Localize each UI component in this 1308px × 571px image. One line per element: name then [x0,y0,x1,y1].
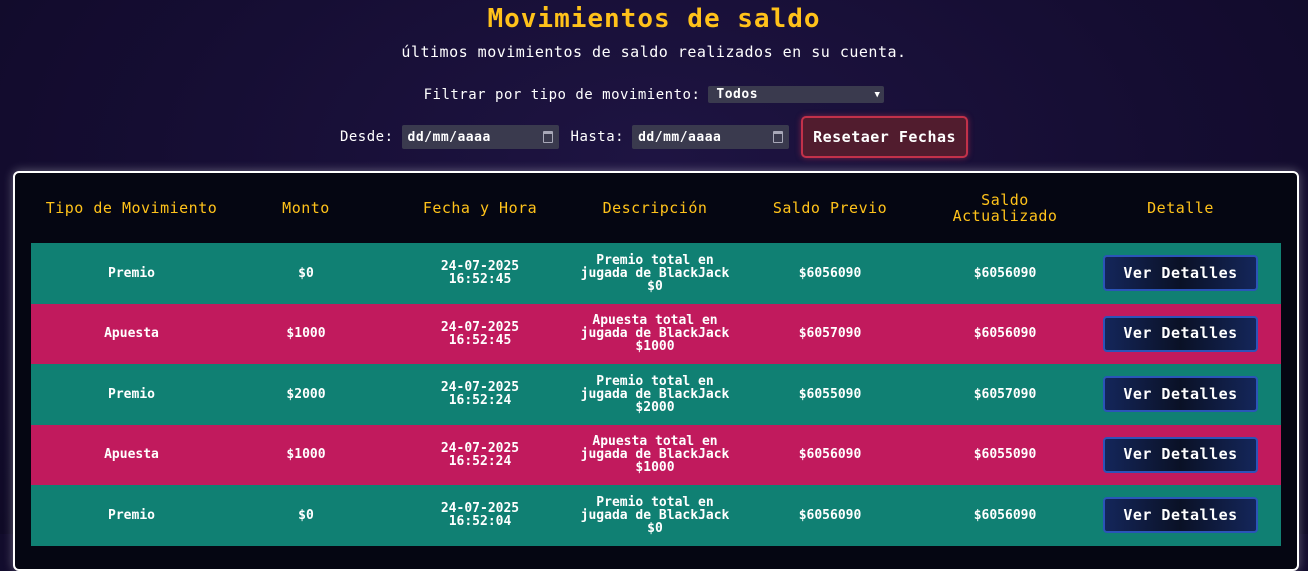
cell-saldo-actualizado: $6057090 [973,386,1037,402]
view-details-button[interactable]: Ver Detalles [1103,436,1258,473]
header-saldo-actualizado: Saldo Actualizado [952,191,1058,225]
cell-saldo-previo: $6056090 [798,265,862,281]
header-tipo: Tipo de Movimiento [45,199,218,217]
calendar-icon[interactable] [773,131,784,143]
table-header: Tipo de Movimiento Monto Fecha y Hora De… [31,173,1281,243]
cell-detalle: Ver Detalles [1080,243,1281,304]
view-details-button[interactable]: Ver Detalles [1103,315,1258,352]
cell-tipo: Premio [108,507,155,523]
cell-hora: 16:52:24 [448,453,512,469]
cell-detalle: Ver Detalles [1080,304,1281,365]
header-monto: Monto [282,199,330,217]
cell-monto: $0 [298,265,314,281]
cell-fecha-hora: 24-07-2025 16:52:24 [380,425,580,486]
cell-saldo-previo: $6056090 [798,447,862,463]
calendar-icon[interactable] [542,131,553,143]
cell-descripcion: Premio total en jugada de BlackJack $0 [580,494,730,536]
cell-hora: 16:52:24 [448,393,512,409]
date-filter-row: Desde: dd/mm/aaaa Hasta: dd/mm/aaaa Rese… [0,116,1308,158]
table-row: Apuesta $1000 24-07-2025 16:52:45 Apuesta… [31,303,1281,365]
movement-type-selected: Todos [716,87,759,102]
cell-hora: 16:52:45 [448,332,512,348]
cell-fecha-hora: 24-07-2025 16:52:04 [380,485,580,546]
cell-monto: $2000 [286,386,326,402]
view-details-button[interactable]: Ver Detalles [1103,376,1258,413]
movement-type-select[interactable]: Todos ▼ [708,86,885,103]
chevron-down-icon: ▼ [874,89,881,100]
cell-hora: 16:52:04 [448,514,512,530]
cell-saldo-actualizado: $6056090 [973,326,1037,342]
page-title: Movimientos de saldo [487,4,821,34]
cell-descripcion: Premio total en jugada de BlackJack $200… [580,373,730,415]
header-detalle: Detalle [1147,199,1214,217]
table-body: Premio $0 24-07-2025 16:52:45 Premio tota… [31,243,1281,546]
table-row: Apuesta $1000 24-07-2025 16:52:24 Apuesta… [31,424,1281,486]
header-saldo-previo: Saldo Previo [772,199,888,217]
movements-table: Tipo de Movimiento Monto Fecha y Hora De… [13,171,1299,571]
table-row: Premio $2000 24-07-2025 16:52:24 Premio t… [31,364,1281,425]
view-details-button[interactable]: Ver Detalles [1103,255,1258,292]
table-row: Premio $0 24-07-2025 16:52:04 Premio tota… [31,485,1281,546]
to-date-label: Hasta: [570,129,625,145]
cell-saldo-actualizado: $6056090 [973,265,1037,281]
cell-fecha-hora: 24-07-2025 16:52:45 [380,304,580,365]
cell-saldo-previo: $6056090 [798,507,862,523]
cell-tipo: Premio [108,386,155,402]
cell-monto: $1000 [286,447,326,463]
cell-tipo: Apuesta [104,326,159,342]
cell-detalle: Ver Detalles [1080,485,1281,546]
from-date-placeholder: dd/mm/aaaa [407,129,491,145]
cell-detalle: Ver Detalles [1080,364,1281,425]
cell-tipo: Premio [108,265,155,281]
cell-fecha-hora: 24-07-2025 16:52:45 [380,243,580,304]
cell-monto: $0 [298,507,314,523]
from-date-input[interactable]: dd/mm/aaaa [401,125,559,149]
cell-saldo-actualizado: $6056090 [973,507,1037,523]
cell-saldo-actualizado: $6055090 [973,447,1037,463]
cell-hora: 16:52:45 [448,272,512,288]
cell-detalle: Ver Detalles [1080,425,1281,486]
header-fecha: Fecha y Hora [422,199,538,217]
from-date-label: Desde: [339,129,394,145]
table-row: Premio $0 24-07-2025 16:52:45 Premio tota… [31,243,1281,304]
filter-row: Filtrar por tipo de movimiento: Todos ▼ [0,86,1308,103]
to-date-input[interactable]: dd/mm/aaaa [632,125,790,149]
cell-descripcion: Apuesta total en jugada de BlackJack $10… [580,434,730,476]
cell-saldo-previo: $6057090 [798,326,862,342]
filter-label: Filtrar por tipo de movimiento: [423,86,701,103]
cell-saldo-previo: $6055090 [798,386,862,402]
cell-descripcion: Apuesta total en jugada de BlackJack $10… [580,313,730,355]
reset-dates-button[interactable]: Resetaer Fechas [801,116,969,158]
cell-monto: $1000 [286,326,326,342]
view-details-button[interactable]: Ver Detalles [1103,497,1258,534]
cell-descripcion: Premio total en jugada de BlackJack $0 [580,252,730,294]
page-subtitle: últimos movimientos de saldo realizados … [401,43,907,61]
cell-fecha-hora: 24-07-2025 16:52:24 [380,364,580,425]
cell-tipo: Apuesta [104,447,159,463]
to-date-placeholder: dd/mm/aaaa [638,129,722,145]
header-descripcion: Descripción [602,199,708,217]
